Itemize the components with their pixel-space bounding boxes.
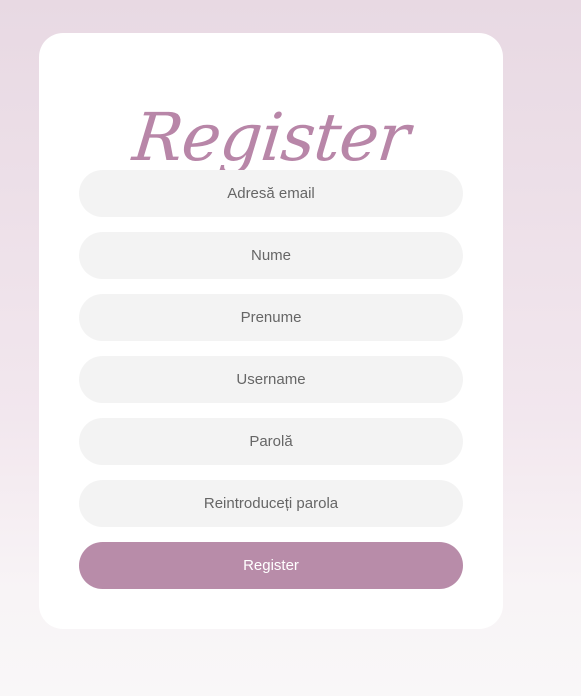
email-field[interactable] [79, 170, 463, 217]
username-field[interactable] [79, 356, 463, 403]
password-field[interactable] [79, 418, 463, 465]
register-button[interactable]: Register [79, 542, 463, 589]
last-name-field[interactable] [79, 232, 463, 279]
first-name-field[interactable] [79, 294, 463, 341]
confirm-password-field[interactable] [79, 480, 463, 527]
form-title: Register [129, 99, 413, 176]
register-card: Register Register [39, 33, 503, 629]
